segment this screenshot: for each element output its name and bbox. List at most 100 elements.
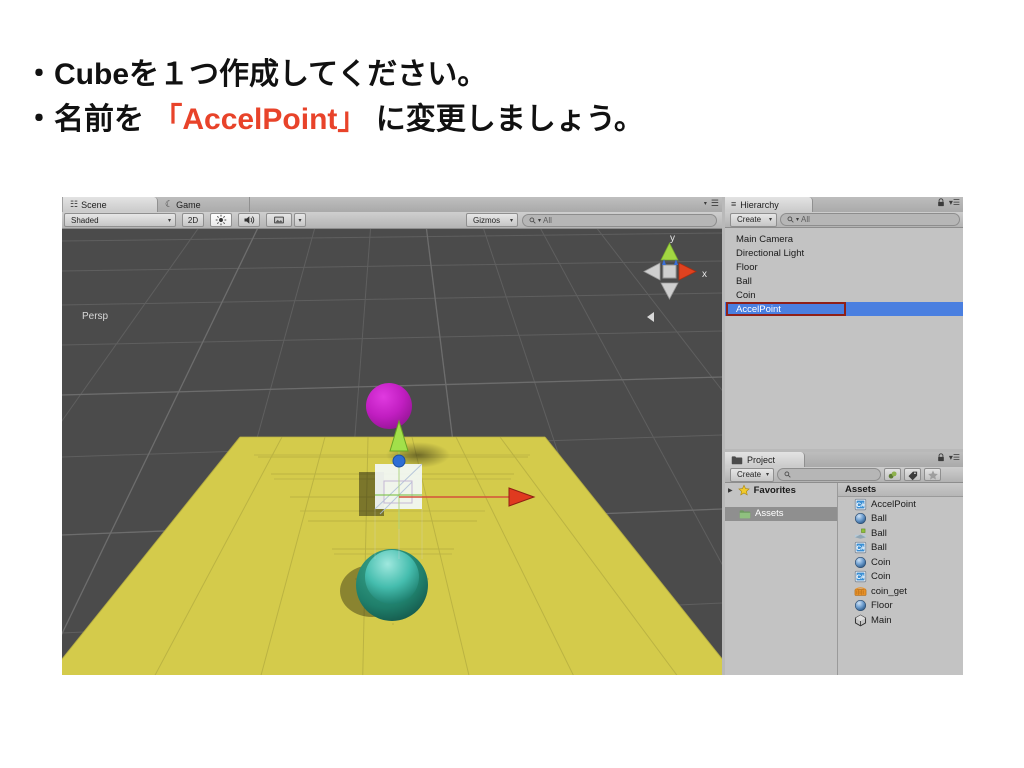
asset-item-label: Ball [871,527,887,539]
hierarchy-create-button[interactable]: Create ▾ [730,212,777,227]
tab-scene[interactable]: ☷ Scene [62,197,158,212]
hamburger-menu-icon[interactable]: ▾☰ [949,453,960,462]
scene-tabstrip-menu[interactable]: ▾ ☰ [704,198,719,209]
scene-viewport[interactable]: y x Persp [62,229,722,675]
asset-item-label: Coin [871,556,891,568]
asset-item-label: Main [871,614,892,626]
search-icon [787,216,794,223]
favorite-star-button[interactable] [924,468,941,481]
scene-fx-button[interactable] [266,213,292,227]
hierarchy-tabstrip: ≡ Hierarchy ▾☰ [725,197,963,213]
project-tree-assets[interactable]: Assets [725,506,837,521]
chevron-down-icon: ▾ [298,217,302,224]
hierarchy-item-ball[interactable]: Ball [725,274,963,288]
asset-item-coin-script[interactable]: C# Coin [838,570,963,585]
tab-project[interactable]: Project [725,452,805,467]
draw-mode-dropdown[interactable]: Shaded ▾ [64,213,176,227]
asset-item-coin-material[interactable]: Coin [838,555,963,570]
prefab-icon [854,528,867,539]
hamburger-menu-icon: ☰ [710,198,719,208]
scene-search-placeholder: All [543,215,552,225]
hierarchy-item-main-camera[interactable]: Main Camera [725,232,963,246]
slide-line-1: ・Cubeを１つ作成してください。 [24,58,488,91]
expand-triangle-icon[interactable]: ▶ [728,487,733,494]
filter-by-type-button[interactable] [884,468,901,481]
project-create-button[interactable]: Create ▾ [730,467,774,482]
gizmo-projection-label[interactable]: Persp [82,311,108,322]
asset-item-ball-prefab[interactable]: Ball [838,526,963,541]
scene-orientation-gizmo[interactable]: y x [626,229,716,334]
search-icon [784,471,791,478]
gizmo-y-label: y [670,233,675,244]
hierarchy-item-label: AccelPoint [736,303,781,315]
hierarchy-item-label: Ball [736,275,752,287]
asset-item-accelpoint[interactable]: C# AccelPoint [838,497,963,512]
asset-item-ball-script[interactable]: C# Ball [838,541,963,556]
tab-scene-label: Scene [81,199,107,210]
asset-item-ball-material[interactable]: Ball [838,512,963,527]
filter-by-label-button[interactable] [904,468,921,481]
asset-item-label: Ball [871,513,887,525]
toggle-2d-button[interactable]: 2D [182,213,204,227]
asset-item-label: AccelPoint [871,498,916,510]
slide-body-text: ・Cubeを１つ作成してください。 ・名前を 「AccelPoint」 に変更し… [24,52,964,142]
hierarchy-search-placeholder: All [801,215,810,224]
slide-line-2-prefix: ・名前を [24,103,153,136]
filter-by-type-icon [888,470,897,479]
scene-view-pane: ☷ Scene ☾ Game ▾ ☰ Shaded ▾ 2D ▾ Gizmos … [62,197,722,675]
filter-by-label-icon [908,471,917,480]
hierarchy-item-accelpoint[interactable]: AccelPoint [725,302,963,316]
gizmo-x-label: x [702,269,707,280]
chevron-down-icon: ▾ [509,217,513,224]
audio-clip-icon [854,587,867,596]
hierarchy-item-label: Main Camera [736,233,794,245]
material-icon [854,556,867,568]
chevron-down-icon: ▾ [768,217,772,223]
project-tree-favorites[interactable]: ▶ Favorites [725,483,837,498]
asset-item-coin-get-audio[interactable]: coin_get [838,584,963,599]
asset-item-label: Floor [871,600,893,612]
project-search-input[interactable] [777,468,881,481]
speaker-icon [244,216,255,224]
hierarchy-item-label: Coin [736,289,756,301]
project-assets-pane[interactable]: Assets C# AccelPoint Ball Ball C# Ball C… [838,483,963,675]
csharp-script-icon: C# [854,571,867,583]
tab-hierarchy[interactable]: ≡ Hierarchy [725,197,813,212]
svg-text:C#: C# [856,574,865,581]
sun-icon [215,214,227,226]
favorite-star-icon [927,470,938,480]
toggle-audio-button[interactable] [238,213,260,227]
hierarchy-item-directional-light[interactable]: Directional Light [725,246,963,260]
scene-fx-dropdown[interactable]: ▾ [294,213,306,227]
hierarchy-item-coin[interactable]: Coin [725,288,963,302]
toggle-lighting-button[interactable] [210,213,232,227]
tab-game[interactable]: ☾ Game [158,197,250,212]
hierarchy-search-input[interactable]: ▾ All [780,213,960,226]
asset-item-main-scene[interactable]: Main [838,613,963,628]
gizmos-label: Gizmos [473,215,501,225]
lock-icon[interactable] [937,453,945,462]
hierarchy-icon: ≡ [731,199,737,209]
lock-icon[interactable] [937,198,945,207]
assets-header-label: Assets [845,484,877,495]
hierarchy-item-floor[interactable]: Floor [725,260,963,274]
gizmos-dropdown[interactable]: Gizmos ▾ [466,213,518,227]
material-icon [854,513,867,525]
asset-item-label: Coin [871,571,891,583]
tab-hierarchy-label: Hierarchy [740,199,779,210]
project-tree[interactable]: ▶ Favorites Assets [725,483,838,675]
unity-editor-window: ☷ Scene ☾ Game ▾ ☰ Shaded ▾ 2D ▾ Gizmos … [62,197,963,675]
hamburger-menu-icon[interactable]: ▾☰ [949,198,960,207]
hierarchy-list[interactable]: Main Camera Directional Light Floor Ball… [725,228,963,449]
scene-search-input[interactable]: ▾ All [522,213,717,227]
search-icon [529,217,536,224]
gamepad-icon: ☾ [165,199,174,209]
grid-hash-icon: ☷ [70,199,79,209]
asset-item-floor-material[interactable]: Floor [838,599,963,614]
image-icon [274,216,284,224]
csharp-script-icon: C# [854,498,867,510]
hierarchy-tab-icons[interactable]: ▾☰ [937,198,960,207]
project-tabstrip: Project ▾☰ [725,452,963,468]
slide-line-2: ・名前を 「AccelPoint」 に変更しましょう。 [24,97,964,142]
project-tab-icons[interactable]: ▾☰ [937,453,960,462]
